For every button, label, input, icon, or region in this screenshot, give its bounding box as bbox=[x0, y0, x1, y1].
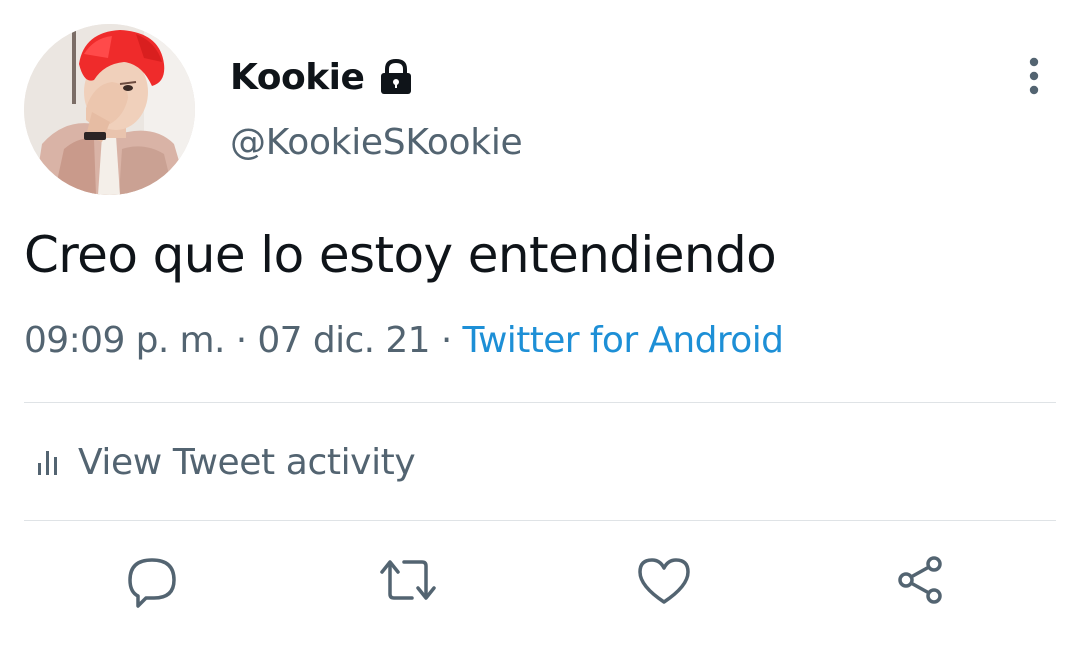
tweet-text: Creo que lo estoy entendiendo bbox=[24, 226, 777, 284]
reply-icon bbox=[128, 558, 176, 608]
meta-separator: · bbox=[235, 320, 247, 361]
author-handle[interactable]: @KookieSKookie bbox=[230, 122, 523, 163]
lock-icon bbox=[378, 57, 414, 97]
author-name-row: Kookie bbox=[230, 52, 414, 102]
view-tweet-activity-button[interactable]: View Tweet activity bbox=[36, 434, 416, 490]
share-icon bbox=[898, 556, 942, 604]
retweet-icon bbox=[380, 560, 436, 600]
more-vertical-icon bbox=[1029, 57, 1039, 95]
share-button[interactable] bbox=[892, 550, 952, 610]
heart-icon bbox=[638, 558, 690, 604]
avatar[interactable] bbox=[24, 24, 195, 195]
more-options-button[interactable] bbox=[1012, 52, 1056, 100]
view-tweet-activity-label: View Tweet activity bbox=[78, 441, 416, 483]
avatar-image bbox=[24, 24, 195, 195]
tweet-date[interactable]: 07 dic. 21 bbox=[257, 320, 430, 361]
divider bbox=[24, 520, 1056, 521]
like-button[interactable] bbox=[634, 550, 694, 610]
meta-separator: · bbox=[440, 320, 452, 361]
retweet-button[interactable] bbox=[378, 550, 438, 610]
bar-chart-icon bbox=[36, 445, 62, 479]
tweet-source-link[interactable]: Twitter for Android bbox=[463, 320, 784, 361]
tweet-detail: Kookie @KookieSKookie Creo que lo estoy … bbox=[0, 0, 1080, 659]
divider bbox=[24, 402, 1056, 403]
tweet-meta: 09:09 p. m. · 07 dic. 21 · Twitter for A… bbox=[24, 320, 784, 361]
author-display-name[interactable]: Kookie bbox=[230, 57, 365, 98]
tweet-time[interactable]: 09:09 p. m. bbox=[24, 320, 225, 361]
tweet-action-bar bbox=[0, 550, 1080, 620]
reply-button[interactable] bbox=[122, 550, 182, 610]
